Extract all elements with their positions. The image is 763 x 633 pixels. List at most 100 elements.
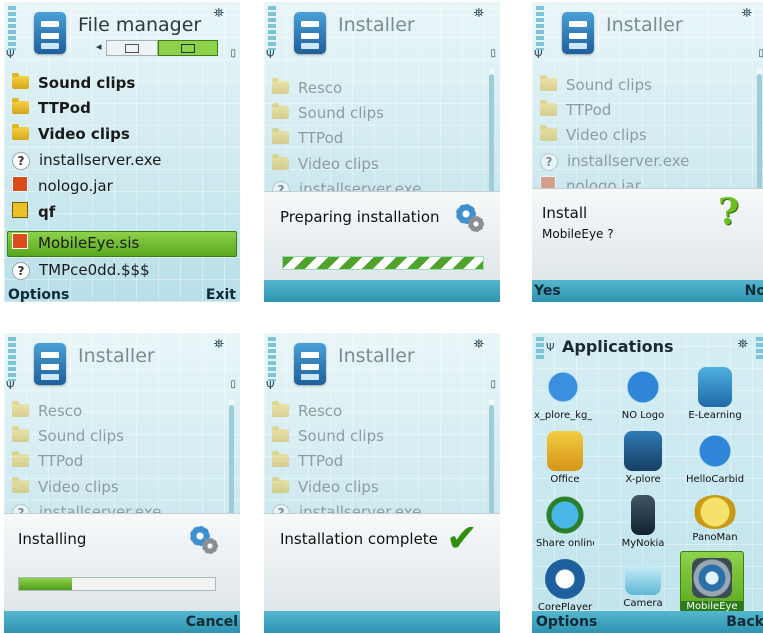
signal-strength-icon	[268, 6, 276, 50]
gears-icon	[456, 204, 486, 234]
options-softkey[interactable]: Options	[536, 614, 597, 630]
signal-strength-icon	[536, 6, 544, 50]
installer-confirm-screen: Ψ Installer ⛯ ▯ Sound clips TTPod Video …	[532, 2, 763, 302]
dialog-message: Preparing installation	[280, 208, 440, 226]
network-icon: ⛯	[737, 337, 748, 352]
softkey-bar	[264, 611, 500, 633]
folder-icon	[272, 78, 289, 94]
progress-fill	[19, 578, 72, 590]
app-grid: x_plore_kg_... NO Logo E-Learning Office…	[532, 361, 763, 613]
cancel-softkey[interactable]: Cancel	[186, 614, 238, 630]
mobileeye-icon	[692, 558, 732, 598]
list-item[interactable]: qf	[12, 201, 55, 223]
applications-screen: Ψ Applications ⛯ x_plore_kg_... NO Logo …	[532, 333, 763, 633]
antenna-icon: Ψ	[534, 48, 543, 61]
back-softkey[interactable]: Back	[726, 614, 763, 630]
list-item-selected[interactable]: MobileEye.sis	[12, 232, 139, 254]
folder-icon	[272, 477, 289, 493]
app-panoman[interactable]: PanoMan	[686, 495, 744, 543]
folder-icon	[12, 477, 29, 493]
list-item[interactable]: ? installserver.exe	[12, 149, 161, 171]
dialog-message: Installation complete	[280, 530, 438, 548]
installer-app-icon	[294, 12, 326, 54]
tab-memory-card[interactable]	[158, 40, 218, 56]
list-item[interactable]: ? TMPce0dd.$$$	[12, 259, 150, 281]
antenna-icon: Ψ	[266, 379, 275, 392]
unknown-file-icon: ?	[12, 152, 30, 170]
app-mynokia[interactable]: MyNokia	[614, 495, 672, 549]
softkey-bar: Cancel	[4, 611, 240, 633]
folder-icon	[272, 128, 289, 144]
app-office[interactable]: Office	[536, 431, 594, 485]
installer-app-icon	[562, 12, 594, 54]
list-item[interactable]: nologo.jar	[12, 175, 113, 197]
unknown-file-icon: ?	[540, 153, 558, 171]
dialog-title: Install	[542, 204, 588, 222]
list-item: Resco	[272, 77, 342, 99]
app-coreplayer[interactable]: CorePlayer	[536, 559, 594, 613]
tab-left-arrow-icon[interactable]: ◂	[96, 40, 102, 53]
page-title: Installer	[338, 14, 415, 36]
antenna-icon: Ψ	[546, 341, 555, 354]
folder-icon	[12, 426, 29, 442]
office-calendar-icon	[547, 431, 583, 471]
phone-icon	[631, 495, 655, 535]
unknown-file-icon: ?	[12, 262, 30, 280]
camera-icon	[625, 565, 661, 595]
app-mobileeye[interactable]: MobileEye	[680, 551, 744, 613]
list-item[interactable]: TTPod	[12, 97, 91, 119]
signal-strength-icon	[268, 337, 276, 381]
battery-icon: ▯	[230, 379, 236, 390]
folder-icon	[12, 451, 29, 467]
installer-complete-screen: Ψ Installer ⛯ ▯ Resco Sound clips TTPod …	[264, 333, 500, 633]
list-item[interactable]: Sound clips	[12, 72, 135, 94]
app-hellocarbide[interactable]: HelloCarbide	[686, 431, 744, 485]
app-share-online[interactable]: Share online	[536, 495, 594, 549]
dialog-message: MobileEye ?	[542, 227, 614, 241]
app-e-learning[interactable]: E-Learning	[686, 367, 744, 421]
app-x-plore[interactable]: X-plore	[614, 431, 672, 485]
question-icon: ?	[718, 191, 740, 233]
app-x-plore-kg[interactable]: x_plore_kg_...	[534, 367, 592, 421]
folder-icon	[272, 154, 289, 170]
antenna-icon: Ψ	[6, 48, 15, 61]
app-no-logo[interactable]: NO Logo	[614, 367, 672, 421]
tab-phone-memory[interactable]	[106, 40, 158, 56]
file-manager-app-icon	[34, 12, 66, 54]
list-item: Sound clips	[272, 102, 384, 124]
battery-icon: ▯	[230, 48, 236, 59]
network-icon: ⛯	[473, 6, 484, 21]
battery-level-icon	[756, 337, 763, 359]
installer-installing-screen: Ψ Installer ⛯ ▯ Resco Sound clips TTPod …	[4, 333, 240, 633]
e-learning-icon	[698, 367, 732, 407]
installer-preparing-screen: Ψ Installer ⛯ ▯ Resco Sound clips TTPod …	[264, 2, 500, 302]
options-softkey[interactable]: Options	[8, 287, 69, 302]
signal-strength-icon	[536, 337, 544, 359]
signal-strength-icon	[8, 6, 16, 50]
list-item[interactable]: Video clips	[12, 123, 130, 145]
app-camera[interactable]: Camera	[614, 559, 672, 609]
installer-app-icon	[34, 343, 66, 385]
folder-icon	[12, 401, 29, 417]
install-progress-bar	[18, 577, 216, 591]
folder-icon	[12, 124, 29, 140]
no-softkey[interactable]: No	[745, 283, 763, 299]
battery-icon: ▯	[490, 48, 496, 59]
title-bar: Ψ Installer ⛯ ▯	[264, 2, 500, 62]
file-manager-screen: Ψ File manager ⛯ ▯ ◂ Sound clips TTPod V…	[4, 2, 240, 302]
signal-strength-icon	[8, 337, 16, 381]
folder-icon	[12, 98, 29, 114]
list-item: Video clips	[12, 476, 119, 498]
progress-dialog: Installing	[4, 513, 240, 612]
folder-icon	[540, 125, 557, 141]
softkey-bar: Options Back	[532, 611, 763, 633]
exit-softkey[interactable]: Exit	[206, 287, 236, 302]
battery-icon: ▯	[490, 379, 496, 390]
page-title: Installer	[338, 345, 415, 367]
list-item: Resco	[12, 400, 82, 422]
memory-tabs: ◂	[96, 40, 224, 56]
yes-softkey[interactable]: Yes	[534, 283, 561, 299]
play-icon	[545, 559, 585, 599]
folder-icon	[540, 75, 557, 91]
list-item: Sound clips	[12, 425, 124, 447]
